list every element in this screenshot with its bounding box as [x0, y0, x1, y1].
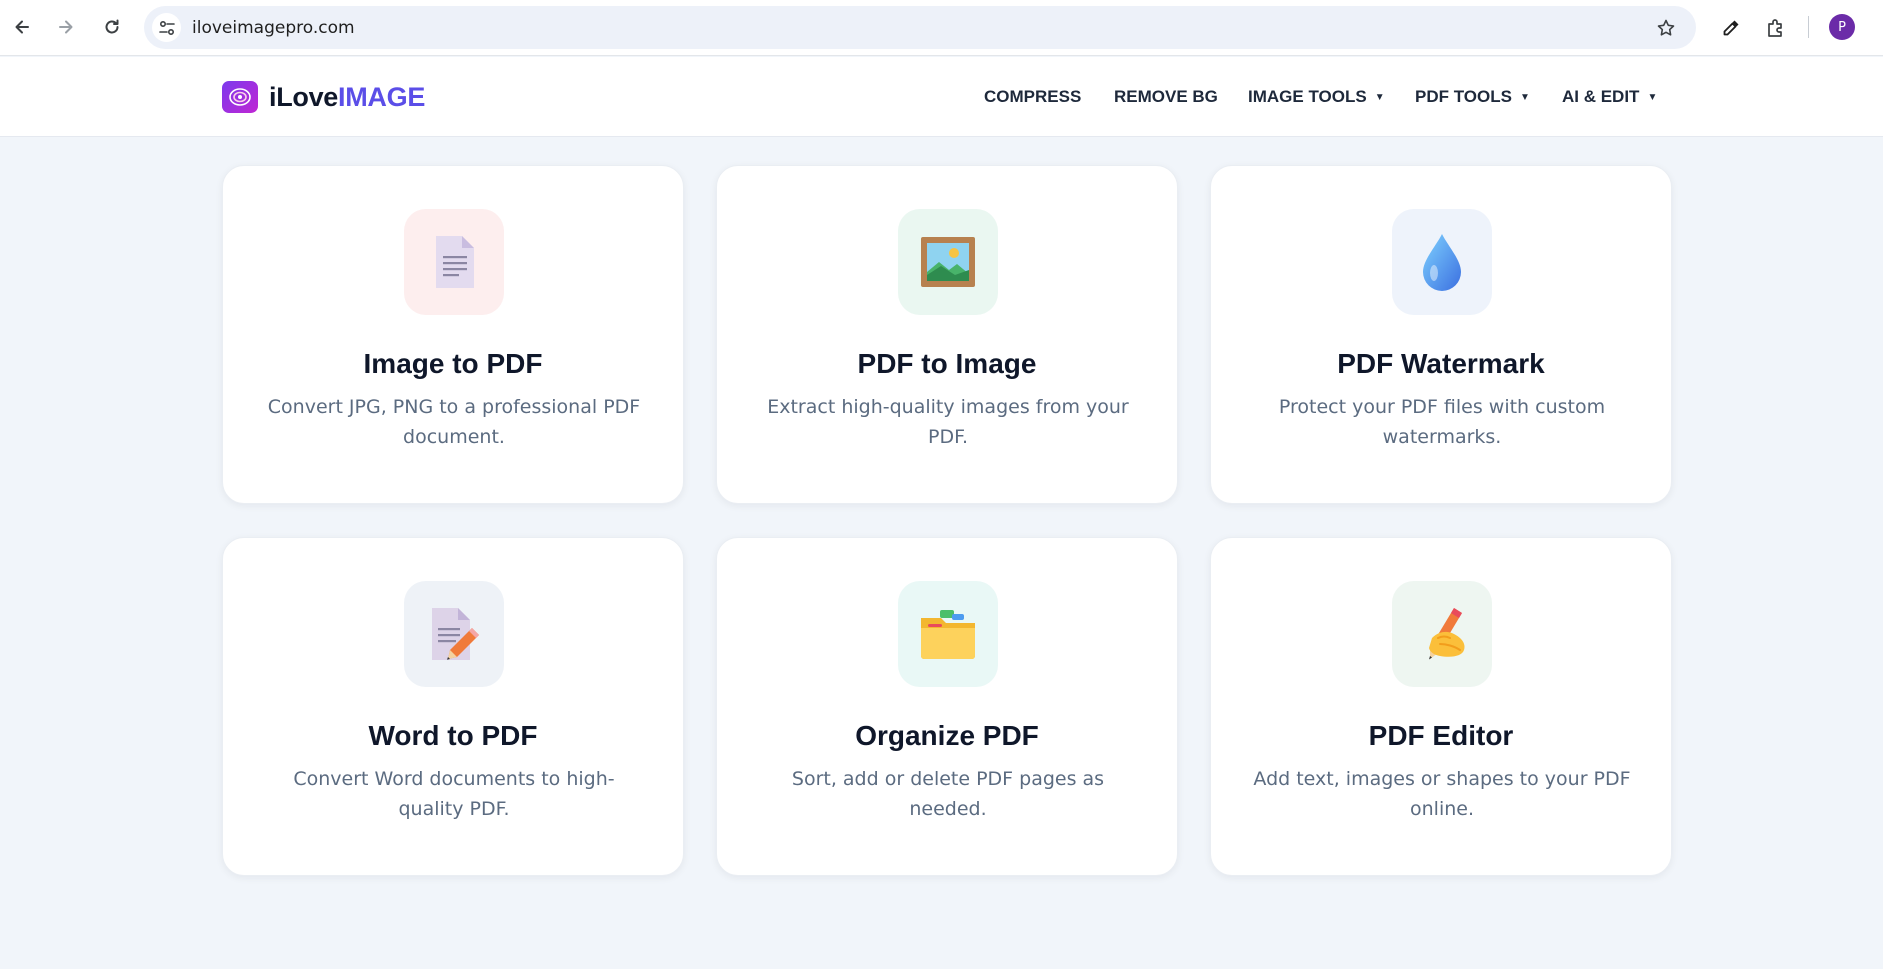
site-info-icon[interactable] — [152, 13, 181, 42]
tool-card-organize-pdf[interactable]: Organize PDF Sort, add or delete PDF pag… — [716, 537, 1178, 876]
tool-description: Convert JPG, PNG to a professional PDF d… — [267, 396, 641, 448]
star-icon[interactable] — [1654, 16, 1678, 40]
reload-icon[interactable] — [98, 13, 126, 41]
toolbar-divider — [1808, 16, 1809, 38]
framed-picture-icon — [898, 209, 998, 315]
tool-description: Protect your PDF files with custom water… — [1278, 396, 1606, 448]
tool-card-pdf-watermark[interactable]: PDF Watermark Protect your PDF files wit… — [1210, 165, 1672, 504]
tool-description: Sort, add or delete PDF pages as needed. — [791, 768, 1105, 820]
logo-text: iLoveIMAGE — [269, 82, 425, 113]
address-bar[interactable]: iloveimagepro.com — [144, 6, 1696, 49]
tool-description: Add text, images or shapes to your PDF o… — [1253, 768, 1631, 820]
nav-label: AI & EDIT — [1562, 87, 1640, 106]
tool-description: Convert Word documents to high-quality P… — [293, 768, 615, 820]
nav-compress[interactable]: COMPRESS — [984, 87, 1081, 107]
back-icon[interactable] — [8, 13, 36, 41]
nav-remove-bg[interactable]: REMOVE BG — [1114, 87, 1218, 107]
logo-text-accent: IMAGE — [338, 81, 426, 112]
folder-icon — [898, 581, 998, 687]
nav-label: PDF TOOLS — [1415, 87, 1512, 106]
tool-title: PDF to Image — [857, 348, 1037, 379]
writing-hand-icon — [1392, 581, 1492, 687]
logo-text-primary: iLove — [269, 81, 339, 112]
tool-title: Organize PDF — [855, 720, 1039, 751]
nav-label: IMAGE TOOLS — [1248, 87, 1367, 106]
caret-down-icon: ▼ — [1519, 91, 1530, 103]
site-logo[interactable]: iLoveIMAGE — [222, 81, 425, 113]
tool-card-pdf-to-image[interactable]: PDF to Image Extract high-quality images… — [716, 165, 1178, 504]
tool-card-pdf-editor[interactable]: PDF Editor Add text, images or shapes to… — [1210, 537, 1672, 876]
nav-label: COMPRESS — [984, 87, 1082, 106]
extensions-icon[interactable] — [1761, 13, 1791, 43]
tool-title: PDF Editor — [1368, 720, 1514, 751]
tool-title: PDF Watermark — [1337, 348, 1545, 379]
tool-card-word-to-pdf[interactable]: Word to PDF Convert Word documents to hi… — [222, 537, 684, 876]
caret-down-icon: ▼ — [1647, 91, 1658, 103]
eyedropper-icon[interactable] — [1716, 13, 1746, 43]
nav-image-tools[interactable]: IMAGE TOOLS ▼ — [1248, 87, 1385, 107]
droplet-icon — [1392, 209, 1492, 315]
caret-down-icon: ▼ — [1374, 91, 1385, 103]
forward-icon[interactable] — [52, 13, 80, 41]
logo-icon — [222, 81, 258, 113]
memo-pencil-icon — [404, 581, 504, 687]
site-header: iLoveIMAGE COMPRESS REMOVE BG IMAGE TOOL… — [0, 57, 1883, 137]
tool-title: Image to PDF — [363, 348, 543, 379]
tool-card-image-to-pdf[interactable]: Image to PDF Convert JPG, PNG to a profe… — [222, 165, 684, 504]
browser-toolbar: iloveimagepro.com P — [0, 0, 1883, 56]
nav-label: REMOVE BG — [1114, 87, 1218, 106]
url-text[interactable]: iloveimagepro.com — [192, 18, 355, 38]
tool-title: Word to PDF — [368, 720, 538, 751]
nav-pdf-tools[interactable]: PDF TOOLS ▼ — [1415, 87, 1530, 107]
nav-ai-edit[interactable]: AI & EDIT ▼ — [1562, 87, 1657, 107]
document-icon — [404, 209, 504, 315]
profile-avatar[interactable]: P — [1829, 14, 1855, 40]
tool-description: Extract high-quality images from your PD… — [767, 396, 1129, 448]
